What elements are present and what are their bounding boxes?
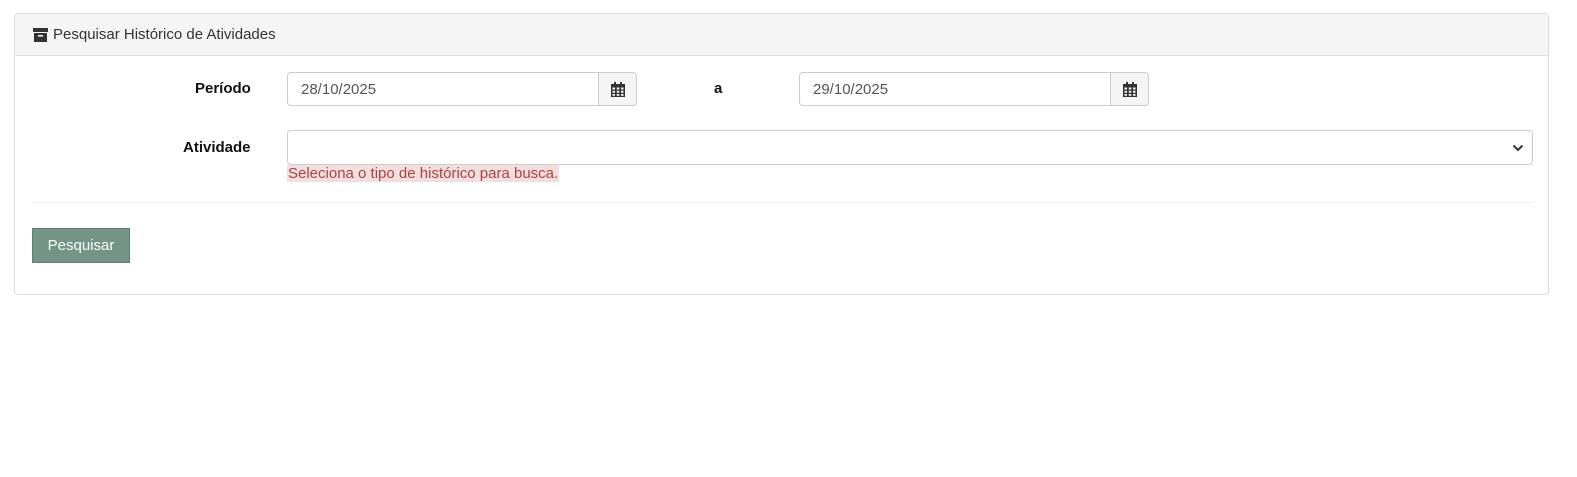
date-to-input[interactable]	[799, 72, 1110, 106]
calendar-icon	[610, 81, 625, 97]
panel-heading: Pesquisar Histórico de Atividades	[15, 14, 1548, 56]
calendar-to-button[interactable]	[1110, 72, 1149, 106]
date-from-input[interactable]	[287, 72, 598, 106]
chevron-down-icon	[1512, 144, 1524, 151]
calendar-icon	[1122, 81, 1137, 97]
date-to-group	[799, 72, 1149, 106]
activity-select[interactable]	[287, 130, 1533, 165]
panel-title: Pesquisar Histórico de Atividades	[53, 26, 276, 43]
search-button[interactable]: Pesquisar	[32, 228, 130, 263]
search-panel: Pesquisar Histórico de Atividades Períod…	[14, 13, 1549, 295]
period-separator: a	[714, 80, 723, 97]
activity-label: Atividade	[183, 139, 251, 156]
calendar-from-button[interactable]	[598, 72, 637, 106]
activity-error-message: Seleciona o tipo de histórico para busca…	[287, 165, 560, 182]
date-from-group	[287, 72, 637, 106]
form-divider	[32, 202, 1533, 203]
archive-icon	[32, 27, 48, 43]
period-label: Período	[195, 80, 251, 97]
